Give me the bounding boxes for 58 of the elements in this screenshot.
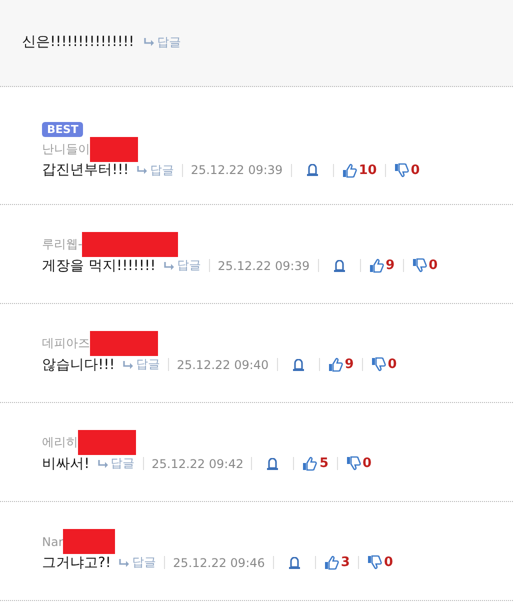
reply-arrow-icon (144, 38, 156, 46)
author-name[interactable]: 루리웹- (42, 236, 82, 253)
reply-link[interactable]: 답글 (98, 455, 135, 472)
thumbs-down-icon (412, 258, 427, 273)
author-name[interactable]: 에리히 (42, 434, 78, 451)
dislike-button[interactable]: 0 (394, 162, 420, 178)
like-button[interactable]: 9 (328, 357, 354, 372)
report-bell-icon[interactable] (332, 260, 346, 272)
comment-text: 신은!!!!!!!!!!!!!!! (22, 33, 134, 51)
like-button[interactable]: 5 (302, 456, 329, 471)
thumbs-up-icon (328, 357, 343, 372)
dislike-button[interactable]: 0 (412, 258, 438, 273)
reply-link[interactable]: 답글 (144, 34, 182, 50)
thumbs-down-icon (394, 162, 409, 178)
timestamp: 25.12.22 09:46 (173, 556, 265, 570)
redaction-block (63, 529, 116, 554)
reply-arrow-icon (136, 166, 148, 174)
reply-arrow-icon (164, 262, 175, 270)
thumbs-up-icon (324, 555, 339, 570)
thumbs-down-icon (346, 456, 361, 471)
reply-link[interactable]: 답글 (164, 257, 201, 274)
comment-text: 비싸서! (42, 454, 90, 472)
thumbs-up-icon (302, 456, 318, 471)
reply-link[interactable]: 답글 (119, 554, 156, 571)
author-name[interactable]: Nar (42, 534, 64, 548)
thumbs-up-icon (342, 162, 357, 178)
reply-arrow-icon (98, 460, 109, 468)
redaction-block (78, 430, 136, 455)
report-bell-icon[interactable] (306, 164, 319, 176)
dislike-button[interactable]: 0 (346, 456, 372, 471)
like-button[interactable]: 3 (324, 555, 350, 570)
dislike-button[interactable]: 0 (370, 357, 397, 372)
comment-text: 갑진년부터!!! (42, 161, 129, 179)
thumbs-down-icon (370, 357, 386, 372)
thumbs-up-icon (368, 258, 384, 273)
reply-link[interactable]: 답글 (136, 162, 174, 178)
like-button[interactable]: 9 (368, 258, 395, 273)
report-bell-icon[interactable] (292, 358, 305, 370)
comment-text: 게장을 먹지!!!!!!! (42, 256, 156, 274)
reply-link[interactable]: 답글 (122, 356, 160, 373)
timestamp: 25.12.22 09:39 (218, 258, 310, 272)
report-bell-icon[interactable] (288, 556, 301, 568)
reply-arrow-icon (122, 360, 134, 368)
reply-arrow-icon (119, 558, 130, 566)
author-name[interactable]: 난니들이 (42, 140, 90, 158)
best-badge: BEST (42, 122, 84, 137)
comment-text: 그거냐고?! (42, 554, 112, 572)
redaction-block (90, 136, 138, 162)
timestamp: 25.12.22 09:40 (176, 358, 269, 372)
author-name[interactable]: 데피아즈 (42, 335, 90, 352)
redaction-block (90, 331, 158, 356)
like-button[interactable]: 10 (342, 162, 377, 178)
timestamp: 25.12.22 09:42 (152, 456, 244, 470)
comment-text: 않습니다!!! (42, 356, 115, 374)
dislike-button[interactable]: 0 (366, 555, 393, 570)
report-bell-icon[interactable] (266, 458, 280, 470)
thumbs-down-icon (366, 555, 382, 570)
timestamp: 25.12.22 09:39 (190, 163, 283, 177)
